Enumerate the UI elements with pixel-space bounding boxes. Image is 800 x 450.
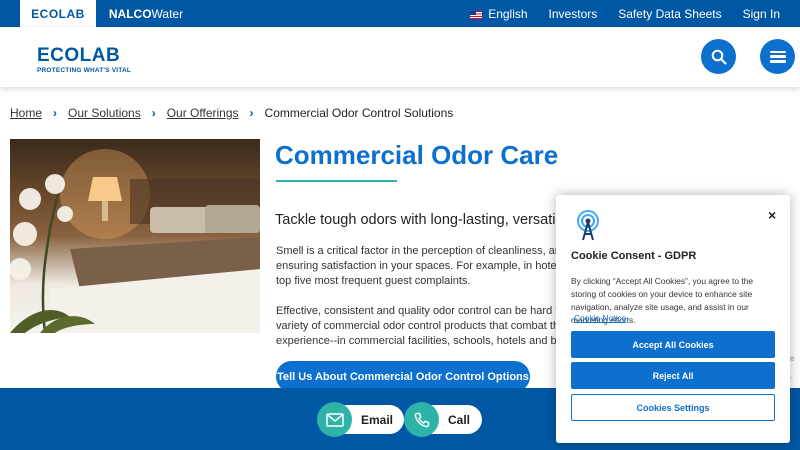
logo-tagline: PROTECTING WHAT'S VITAL	[37, 67, 132, 74]
cookie-notice-link[interactable]: Cookie Notice	[574, 313, 626, 323]
call-label: Call	[448, 412, 471, 427]
water-label: Water	[151, 6, 184, 21]
edge-text-fragment: e	[790, 354, 795, 363]
paragraph-line: variety of commercial odor control produ…	[276, 320, 556, 332]
ecolab-brand-tab[interactable]: ECOLAB	[20, 0, 96, 27]
chevron-right-icon: ›	[151, 106, 156, 120]
page-subtitle: Tackle tough odors with long-lasting, ve…	[275, 212, 560, 228]
hero-image-hotel-bedroom	[10, 139, 260, 333]
breadcrumb-current: Commercial Odor Control Solutions	[264, 106, 454, 120]
nalco-label: NALCO	[108, 6, 152, 21]
sign-in-link[interactable]: Sign In	[743, 7, 780, 21]
paragraph-line: Smell is a critical factor in the percep…	[276, 245, 556, 257]
menu-button[interactable]	[760, 39, 795, 74]
email-label: Email	[361, 412, 394, 427]
breadcrumb-home[interactable]: Home	[10, 106, 42, 120]
detail-paragraph: Effective, consistent and quality odor c…	[276, 304, 556, 349]
cookies-settings-button[interactable]: Cookies Settings	[571, 394, 775, 421]
accept-all-cookies-button[interactable]: Accept All Cookies	[571, 331, 775, 358]
us-flag-icon	[470, 10, 483, 19]
language-label: English	[488, 6, 528, 21]
logo-wordmark: ECOLAB	[37, 45, 121, 66]
page-title: Commercial Odor Care	[275, 140, 559, 170]
breadcrumb-our-offerings[interactable]: Our Offerings	[167, 106, 239, 120]
edge-text-fragment: -	[790, 373, 793, 382]
ecolab-logo[interactable]: ECOLAB PROTECTING WHAT'S VITAL	[37, 46, 131, 74]
menu-icon	[769, 50, 786, 63]
paragraph-line: ensuring satisfaction in your spaces. Fo…	[276, 260, 556, 272]
cookie-consent-dialog: × Cookie Consent - GDPR By clicking “Acc…	[556, 195, 790, 443]
search-icon	[711, 49, 727, 65]
breadcrumb: Home › Our Solutions › Our Offerings › C…	[10, 106, 453, 120]
utility-links: English Investors Safety Data Sheets Sig…	[470, 0, 780, 27]
intro-paragraph: Smell is a critical factor in the percep…	[276, 244, 556, 289]
envelope-icon	[317, 402, 352, 437]
safety-data-sheets-link[interactable]: Safety Data Sheets	[618, 7, 721, 21]
title-underline	[276, 180, 397, 182]
paragraph-line: experience--in commercial facilities, sc…	[276, 335, 556, 347]
investors-link[interactable]: Investors	[549, 7, 598, 21]
email-button[interactable]: Email	[317, 402, 404, 437]
reject-all-button[interactable]: Reject All	[571, 362, 775, 389]
call-button[interactable]: Call	[404, 402, 482, 437]
utility-bar: ECOLAB NALCO Water English Investors Safe…	[0, 0, 800, 27]
breadcrumb-our-solutions[interactable]: Our Solutions	[68, 106, 141, 120]
site-header: ECOLAB PROTECTING WHAT'S VITAL	[0, 27, 800, 87]
chevron-right-icon: ›	[53, 106, 58, 120]
language-selector[interactable]: English	[470, 6, 528, 21]
paragraph-line: top five most frequent guest complaints.	[276, 275, 471, 287]
search-button[interactable]	[701, 39, 736, 74]
cookie-dialog-title: Cookie Consent - GDPR	[571, 250, 697, 262]
close-icon[interactable]: ×	[768, 207, 776, 223]
cookie-tower-icon	[577, 210, 599, 241]
chevron-right-icon: ›	[249, 106, 254, 120]
nalco-water-brand-tab[interactable]: NALCO Water	[96, 0, 196, 27]
paragraph-line: Effective, consistent and quality odor c…	[276, 305, 556, 317]
phone-icon	[404, 402, 439, 437]
